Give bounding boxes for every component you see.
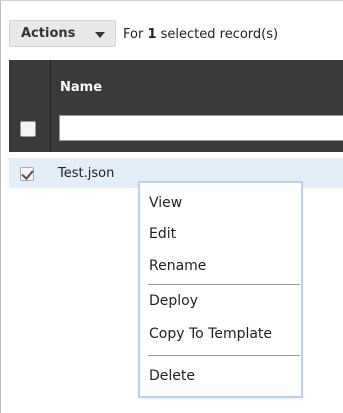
checkmark-icon — [21, 167, 34, 180]
select-all-checkbox[interactable] — [20, 121, 36, 137]
caret-down-icon — [95, 32, 105, 38]
grid-panel: Actions For 1 selected record(s) Name Te… — [0, 0, 343, 413]
column-divider — [50, 60, 51, 152]
menu-separator — [148, 284, 300, 285]
menu-item-view[interactable]: View — [149, 192, 182, 214]
actions-dropdown-button[interactable]: Actions — [9, 20, 116, 47]
column-header-name[interactable]: Name — [60, 80, 102, 95]
selection-count: 1 — [147, 27, 157, 42]
menu-item-copy-to-template[interactable]: Copy To Template — [149, 323, 272, 345]
menu-item-edit[interactable]: Edit — [149, 223, 176, 245]
actions-label: Actions — [21, 26, 76, 41]
row-name-cell[interactable]: Test.json — [58, 166, 114, 181]
menu-item-deploy[interactable]: Deploy — [149, 290, 198, 312]
selection-suffix: selected record(s) — [156, 27, 279, 42]
name-filter-input[interactable] — [59, 115, 343, 141]
menu-item-delete[interactable]: Delete — [149, 365, 195, 387]
checkbox-column-header — [9, 60, 49, 152]
selection-info: For 1 selected record(s) — [123, 27, 278, 42]
toolbar: Actions For 1 selected record(s) — [1, 1, 343, 53]
menu-separator — [148, 355, 300, 356]
row-checkbox[interactable] — [20, 167, 34, 181]
context-menu: View Edit Rename Deploy Copy To Template… — [138, 181, 303, 398]
selection-prefix: For — [123, 27, 148, 42]
menu-item-rename[interactable]: Rename — [149, 255, 206, 277]
